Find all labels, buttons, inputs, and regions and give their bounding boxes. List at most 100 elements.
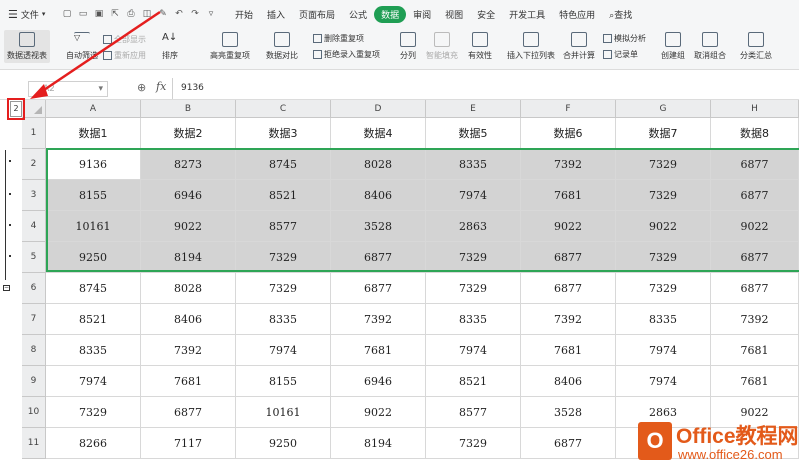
chevron-down-icon[interactable]: ▾ xyxy=(98,82,103,96)
smart-fill-button[interactable]: 智能填充 xyxy=(426,32,458,61)
cell-d10[interactable]: 9022 xyxy=(331,397,426,428)
cell-b4[interactable]: 9022 xyxy=(141,211,236,242)
cell-e5[interactable]: 7329 xyxy=(426,242,521,273)
row-header-7[interactable]: 7 xyxy=(22,304,46,335)
cell-a9[interactable]: 7974 xyxy=(46,366,141,397)
cell-h1[interactable]: 数据8 xyxy=(711,118,799,149)
name-box[interactable]: A2 ▾ xyxy=(28,81,108,97)
auto-filter-button[interactable]: ▽ 自动筛选 xyxy=(66,32,98,61)
collapse-group-button[interactable]: − xyxy=(3,285,10,291)
print-icon[interactable]: ⎙ xyxy=(126,9,136,19)
cell-c11[interactable]: 9250 xyxy=(236,428,331,459)
cell-g7[interactable]: 8335 xyxy=(616,304,711,335)
cell-c9[interactable]: 8155 xyxy=(236,366,331,397)
save-icon[interactable]: ▣ xyxy=(94,9,104,19)
create-group-button[interactable]: 创建组 xyxy=(661,32,685,61)
cell-d9[interactable]: 6946 xyxy=(331,366,426,397)
cell-h4[interactable]: 9022 xyxy=(711,211,799,242)
simulation-button[interactable]: 模拟分析 xyxy=(603,33,646,44)
cell-c3[interactable]: 8521 xyxy=(236,180,331,211)
open-folder-icon[interactable]: ▭ xyxy=(78,9,88,19)
new-doc-icon[interactable]: ▢ xyxy=(62,9,72,19)
cell-g5[interactable]: 7329 xyxy=(616,242,711,273)
cell-f3[interactable]: 7681 xyxy=(521,180,616,211)
cell-f10[interactable]: 3528 xyxy=(521,397,616,428)
tab-formulas[interactable]: 公式 xyxy=(342,6,374,23)
cell-b9[interactable]: 7681 xyxy=(141,366,236,397)
cell-c1[interactable]: 数据3 xyxy=(236,118,331,149)
cell-a8[interactable]: 8335 xyxy=(46,335,141,366)
tab-data[interactable]: 数据 xyxy=(374,5,407,23)
row-header-6[interactable]: 6 xyxy=(22,273,46,304)
cell-h7[interactable]: 7392 xyxy=(711,304,799,335)
column-header-f[interactable]: F xyxy=(521,100,616,118)
cell-g9[interactable]: 7974 xyxy=(616,366,711,397)
validity-button[interactable]: 有效性 xyxy=(468,32,492,61)
undo-icon[interactable]: ↶ xyxy=(174,9,184,19)
tab-special[interactable]: 特色应用 xyxy=(552,6,602,23)
data-compare-button[interactable]: 数据对比 xyxy=(266,32,298,61)
record-form-button[interactable]: 记录单 xyxy=(603,49,638,60)
cell-f4[interactable]: 9022 xyxy=(521,211,616,242)
cell-e3[interactable]: 7974 xyxy=(426,180,521,211)
cell-d4[interactable]: 3528 xyxy=(331,211,426,242)
cell-a6[interactable]: 8745 xyxy=(46,273,141,304)
export-icon[interactable]: ⇱ xyxy=(110,9,120,19)
cell-h6[interactable]: 6877 xyxy=(711,273,799,304)
cell-d2[interactable]: 8028 xyxy=(331,149,426,180)
cell-a5[interactable]: 9250 xyxy=(46,242,141,273)
cell-f9[interactable]: 8406 xyxy=(521,366,616,397)
row-header-11[interactable]: 11 xyxy=(22,428,46,459)
cell-h3[interactable]: 6877 xyxy=(711,180,799,211)
tab-view[interactable]: 视图 xyxy=(438,6,470,23)
cell-b11[interactable]: 7117 xyxy=(141,428,236,459)
formula-input[interactable]: 9136 xyxy=(172,78,799,99)
row-header-1[interactable]: 1 xyxy=(22,118,46,149)
column-header-c[interactable]: C xyxy=(236,100,331,118)
print-preview-icon[interactable]: ◫ xyxy=(142,9,152,19)
tab-page-layout[interactable]: 页面布局 xyxy=(292,6,342,23)
tab-security[interactable]: 安全 xyxy=(470,6,502,23)
cell-d1[interactable]: 数据4 xyxy=(331,118,426,149)
tab-search[interactable]: ⌕查找 xyxy=(602,6,639,23)
cell-h8[interactable]: 7681 xyxy=(711,335,799,366)
sort-button[interactable]: A↓ 排序 xyxy=(162,32,178,61)
redo-icon[interactable]: ↷ xyxy=(190,9,200,19)
cell-d11[interactable]: 8194 xyxy=(331,428,426,459)
column-header-b[interactable]: B xyxy=(141,100,236,118)
row-header-2[interactable]: 2 xyxy=(22,149,46,180)
customize-dropdown-icon[interactable]: ▿ xyxy=(206,9,216,19)
cell-b1[interactable]: 数据2 xyxy=(141,118,236,149)
cell-f7[interactable]: 7392 xyxy=(521,304,616,335)
cell-b7[interactable]: 8406 xyxy=(141,304,236,335)
column-header-h[interactable]: H xyxy=(711,100,799,118)
cell-c2[interactable]: 8745 xyxy=(236,149,331,180)
cell-d3[interactable]: 8406 xyxy=(331,180,426,211)
cell-f11[interactable]: 6877 xyxy=(521,428,616,459)
cell-f6[interactable]: 6877 xyxy=(521,273,616,304)
cell-c5[interactable]: 7329 xyxy=(236,242,331,273)
cell-g4[interactable]: 9022 xyxy=(616,211,711,242)
cell-g2[interactable]: 7329 xyxy=(616,149,711,180)
zoom-icon[interactable]: ⊕ xyxy=(137,81,146,94)
cell-b10[interactable]: 6877 xyxy=(141,397,236,428)
cell-a7[interactable]: 8521 xyxy=(46,304,141,335)
split-column-button[interactable]: 分列 xyxy=(400,32,416,61)
cell-a4[interactable]: 10161 xyxy=(46,211,141,242)
cell-d5[interactable]: 6877 xyxy=(331,242,426,273)
cell-g8[interactable]: 7974 xyxy=(616,335,711,366)
cell-g1[interactable]: 数据7 xyxy=(616,118,711,149)
cell-e1[interactable]: 数据5 xyxy=(426,118,521,149)
cell-h5[interactable]: 6877 xyxy=(711,242,799,273)
subtotal-button[interactable]: 分类汇总 xyxy=(740,32,772,61)
cell-b6[interactable]: 8028 xyxy=(141,273,236,304)
pivot-table-button[interactable]: 数据透视表 xyxy=(4,30,50,63)
cell-e2[interactable]: 8335 xyxy=(426,149,521,180)
cell-f2[interactable]: 7392 xyxy=(521,149,616,180)
cell-g3[interactable]: 7329 xyxy=(616,180,711,211)
cell-e10[interactable]: 8577 xyxy=(426,397,521,428)
column-header-e[interactable]: E xyxy=(426,100,521,118)
remove-duplicates-button[interactable]: 删除重复项 xyxy=(313,33,364,44)
cell-e9[interactable]: 8521 xyxy=(426,366,521,397)
cell-f5[interactable]: 6877 xyxy=(521,242,616,273)
